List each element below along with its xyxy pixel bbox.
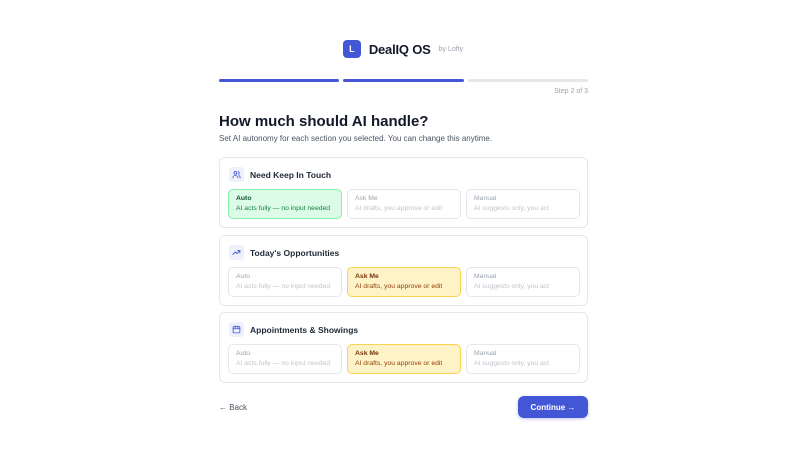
section-todays-opportunities: Today's Opportunities Auto AI acts fully… (219, 235, 588, 306)
step-indicator: Step 2 of 3 (554, 88, 588, 95)
option-description: AI drafts, you approve or edit (355, 205, 443, 212)
back-link[interactable]: ← Back (219, 403, 247, 412)
option-label: Auto (236, 273, 250, 280)
option-label: Manual (474, 195, 497, 202)
trending-up-icon (229, 245, 244, 260)
option-auto[interactable]: Auto AI acts fully — no input needed (228, 267, 342, 297)
calendar-icon (229, 322, 244, 337)
continue-button[interactable]: Continue → (518, 396, 588, 418)
section-header: Need Keep In Touch (229, 167, 331, 182)
option-auto[interactable]: Auto AI acts fully — no input needed (228, 189, 342, 219)
autonomy-options: Auto AI acts fully — no input needed Ask… (228, 344, 580, 374)
step-progress-bar (219, 79, 588, 82)
progress-segment-3 (467, 79, 588, 82)
option-description: AI acts fully — no input needed (236, 283, 331, 290)
app-name: DealIQ OS (368, 41, 431, 57)
progress-segment-1 (219, 79, 340, 82)
option-description: AI suggests only, you act (474, 283, 550, 290)
section-appointments-showings: Appointments & Showings Auto AI acts ful… (219, 312, 588, 383)
autonomy-options: Auto AI acts fully — no input needed Ask… (228, 189, 580, 219)
section-title: Appointments & Showings (250, 324, 359, 335)
option-label: Auto (236, 195, 252, 202)
section-need-keep-in-touch: Need Keep In Touch Auto AI acts fully — … (219, 157, 588, 228)
option-label: Auto (236, 350, 250, 357)
option-description: AI suggests only, you act (474, 360, 550, 367)
section-title: Need Keep In Touch (250, 169, 332, 180)
section-header: Appointments & Showings (229, 322, 358, 337)
option-description: AI drafts, you approve or edit (355, 360, 443, 367)
option-description: AI drafts, you approve or edit (355, 283, 443, 290)
option-description: AI acts fully — no input needed (236, 360, 331, 367)
option-description: AI suggests only, you act (474, 205, 550, 212)
option-ask-me[interactable]: Ask Me AI drafts, you approve or edit (347, 344, 461, 374)
option-description: AI acts fully — no input needed (236, 205, 331, 212)
option-label: Ask Me (355, 195, 378, 202)
page-title: How much should AI handle? (219, 113, 429, 130)
users-icon (229, 167, 244, 182)
page-subtitle: Set AI autonomy for each section you sel… (219, 134, 493, 143)
autonomy-options: Auto AI acts fully — no input needed Ask… (228, 267, 580, 297)
by-lofty-label: by Lofty (438, 45, 464, 53)
option-manual[interactable]: Manual AI suggests only, you act (466, 267, 580, 297)
app-logo: L (342, 40, 361, 58)
section-title: Today's Opportunities (250, 247, 340, 258)
option-ask-me[interactable]: Ask Me AI drafts, you approve or edit (347, 267, 461, 297)
progress-segment-2 (343, 79, 464, 82)
option-label: Ask Me (355, 273, 379, 280)
option-manual[interactable]: Manual AI suggests only, you act (466, 344, 580, 374)
section-header: Today's Opportunities (229, 245, 339, 260)
option-label: Manual (474, 273, 497, 280)
option-ask-me[interactable]: Ask Me AI drafts, you approve or edit (347, 189, 461, 219)
brand-header: L DealIQ OS by Lofty (0, 40, 806, 58)
option-manual[interactable]: Manual AI suggests only, you act (466, 189, 580, 219)
option-label: Manual (474, 350, 497, 357)
option-label: Ask Me (355, 350, 379, 357)
option-auto[interactable]: Auto AI acts fully — no input needed (228, 344, 342, 374)
